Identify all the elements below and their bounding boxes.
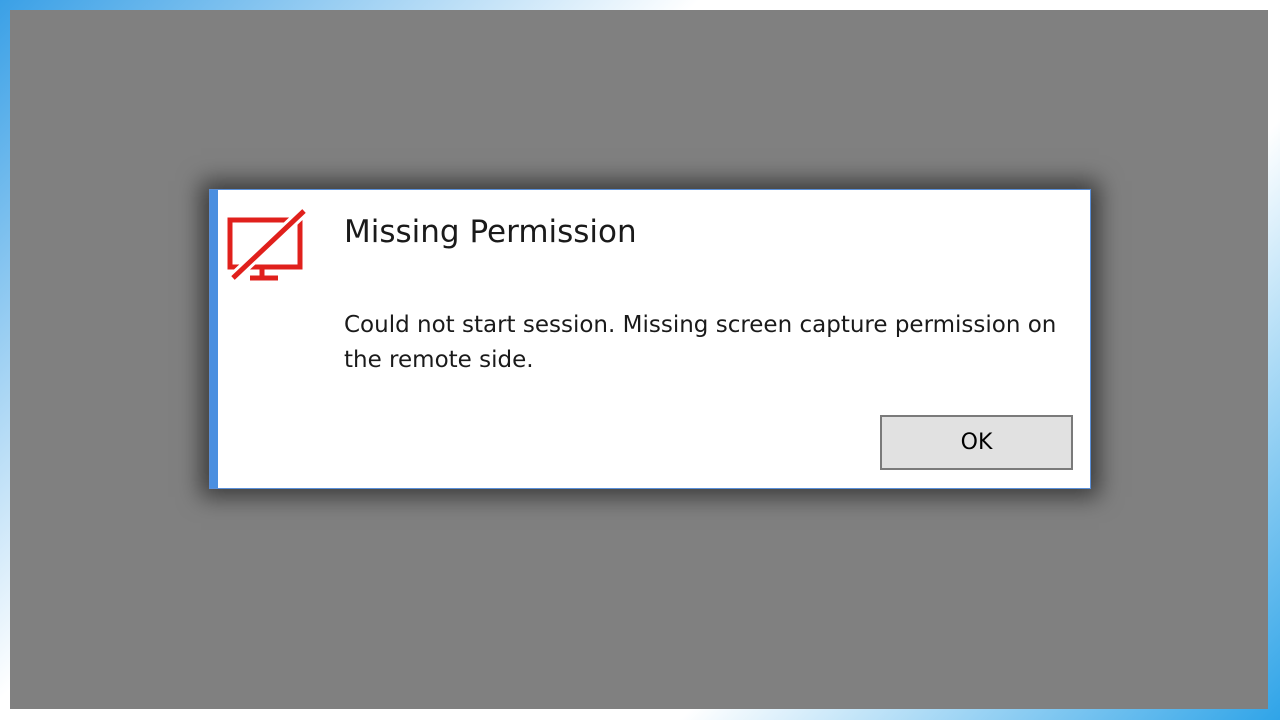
dialog-accent-bar bbox=[210, 190, 218, 488]
monitor-slash-icon bbox=[227, 208, 308, 283]
dialog-title: Missing Permission bbox=[344, 214, 637, 250]
missing-permission-dialog: Missing Permission Could not start sessi… bbox=[209, 189, 1091, 489]
dialog-message: Could not start session. Missing screen … bbox=[344, 312, 1057, 373]
ok-button[interactable]: OK bbox=[880, 415, 1073, 470]
